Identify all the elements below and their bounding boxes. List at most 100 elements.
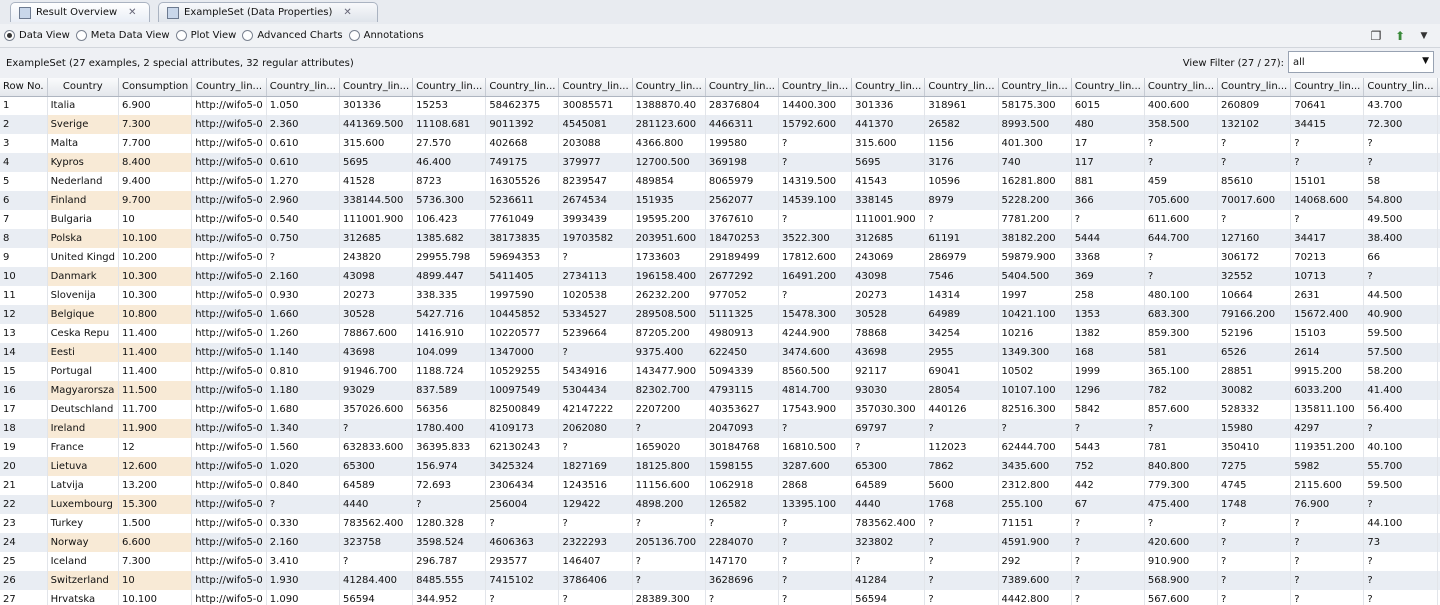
table-cell[interactable]: 41528 [339,172,414,191]
column-header[interactable]: Country_lin... [412,78,487,97]
table-cell[interactable]: 3598.524 [412,533,487,552]
radio-button[interactable] [175,30,187,41]
table-cell[interactable]: 24 [0,533,48,552]
table-cell[interactable]: 5427.716 [412,305,487,324]
table-cell[interactable]: 5444 [1071,229,1145,248]
column-header[interactable]: Country [47,78,119,97]
table-cell[interactable]: 5982 [1290,457,1365,476]
table-cell[interactable]: 1827169 [558,457,633,476]
table-cell[interactable]: 15792.600 [778,115,853,134]
table-cell[interactable]: 4793115 [705,381,780,400]
table-cell[interactable]: 1416.910 [412,324,487,343]
table-cell[interactable]: 881 [1071,172,1145,191]
table-cell[interactable]: 2562077 [705,191,780,210]
table-cell[interactable]: 10107.100 [998,381,1072,400]
table-cell[interactable]: 5334527 [558,305,633,324]
table-cell[interactable]: 15478.300 [778,305,853,324]
table-cell[interactable]: 58462375 [485,96,560,115]
table-cell[interactable]: 55.700 [1363,457,1438,476]
table-cell[interactable]: 9 [0,248,48,267]
table-cell[interactable]: 740 [998,153,1072,172]
table-cell[interactable]: 2955 [924,343,999,362]
table-cell[interactable]: 3993439 [558,210,633,229]
table-cell[interactable]: http://wifo5-0 [191,381,267,400]
table-cell[interactable]: ? [924,571,999,590]
table-cell[interactable]: 2062080 [558,419,633,438]
table-cell[interactable]: 127160 [1217,229,1292,248]
table-cell[interactable]: 783562.400 [339,514,414,533]
table-cell[interactable]: 49.500 [1363,210,1438,229]
table-cell[interactable]: 28054 [924,381,999,400]
table-cell[interactable]: 400.600 [1144,96,1219,115]
table-cell[interactable]: 782 [1144,381,1219,400]
table-cell[interactable]: ? [1071,533,1145,552]
table-row[interactable]: 18 Ireland 11.900 http://wifo5-0 1.340? 1780.… [0,419,1440,438]
table-cell[interactable]: ? [851,552,926,571]
table-cell[interactable]: 43698 [851,343,926,362]
table-cell[interactable]: ? [1363,552,1438,571]
table-cell[interactable]: 1382 [1071,324,1145,343]
table-cell[interactable]: Ceska Repu [47,324,119,343]
table-cell[interactable]: United Kingd [47,248,119,267]
table-cell[interactable]: 315.600 [339,134,414,153]
table-cell[interactable]: http://wifo5-0 [191,400,267,419]
table-cell[interactable]: 112023 [924,438,999,457]
table-cell[interactable]: 3368 [1071,248,1145,267]
table-cell[interactable]: http://wifo5-0 [191,191,267,210]
table-cell[interactable]: 11.400 [118,324,193,343]
table-cell[interactable]: 1.930 [266,571,340,590]
table-cell[interactable]: Switzerland [47,571,119,590]
table-cell[interactable]: 312685 [339,229,414,248]
table-cell[interactable]: ? [1290,590,1365,605]
table-cell[interactable]: 2207200 [632,400,706,419]
table-cell[interactable]: 54.800 [1363,191,1438,210]
table-cell[interactable]: 379977 [558,153,633,172]
table-cell[interactable]: 20273 [851,286,926,305]
table-cell[interactable]: 5411405 [485,267,560,286]
table-cell[interactable]: 2.360 [266,115,340,134]
table-row[interactable]: 21 Latvija 13.200 http://wifo5-0 0.840 64589 7… [0,476,1440,495]
table-cell[interactable]: http://wifo5-0 [191,514,267,533]
table-cell[interactable]: 16810.500 [778,438,853,457]
table-cell[interactable]: ? [778,134,853,153]
table-cell[interactable]: ? [1290,533,1365,552]
table-cell[interactable]: Lietuva [47,457,119,476]
table-cell[interactable]: 5443 [1071,438,1145,457]
table-cell[interactable]: 40353627 [705,400,780,419]
table-cell[interactable]: 203951.600 [632,229,706,248]
table-cell[interactable]: 72.300 [1363,115,1438,134]
table-cell[interactable]: ? [1363,134,1438,153]
table-cell[interactable]: 0.810 [266,362,340,381]
table-cell[interactable]: 36395.833 [412,438,487,457]
dropdown-arrow-icon[interactable]: ▼ [1416,28,1432,44]
table-cell[interactable]: 143477.900 [632,362,706,381]
table-cell[interactable]: http://wifo5-0 [191,96,267,115]
table-cell[interactable]: 6526 [1217,343,1292,362]
table-cell[interactable]: Magyarorsza [47,381,119,400]
table-cell[interactable]: 20 [0,457,48,476]
table-cell[interactable]: 27 [0,590,48,605]
table-cell[interactable]: 14314 [924,286,999,305]
table-cell[interactable]: 4440 [851,495,926,514]
table-cell[interactable]: ? [558,590,633,605]
table-cell[interactable]: 65300 [851,457,926,476]
table-cell[interactable]: 3.410 [266,552,340,571]
table-cell[interactable]: 76.900 [1290,495,1365,514]
table-cell[interactable]: 93029 [339,381,414,400]
table-cell[interactable]: 16491.200 [778,267,853,286]
table-cell[interactable]: 1.090 [266,590,340,605]
table-cell[interactable]: 2312.800 [998,476,1072,495]
table-cell[interactable]: 10.300 [118,267,193,286]
table-cell[interactable]: 4606363 [485,533,560,552]
table-cell[interactable]: 10 [0,267,48,286]
table-cell[interactable]: 119351.200 [1290,438,1365,457]
table-cell[interactable]: 7415102 [485,571,560,590]
table-cell[interactable]: 11 [0,286,48,305]
table-cell[interactable]: 243069 [851,248,926,267]
table-cell[interactable]: 16305526 [485,172,560,191]
table-cell[interactable]: 57.500 [1363,343,1438,362]
table-cell[interactable]: 910.900 [1144,552,1219,571]
table-cell[interactable]: http://wifo5-0 [191,324,267,343]
table-cell[interactable]: http://wifo5-0 [191,172,267,191]
table-cell[interactable]: ? [1363,590,1438,605]
